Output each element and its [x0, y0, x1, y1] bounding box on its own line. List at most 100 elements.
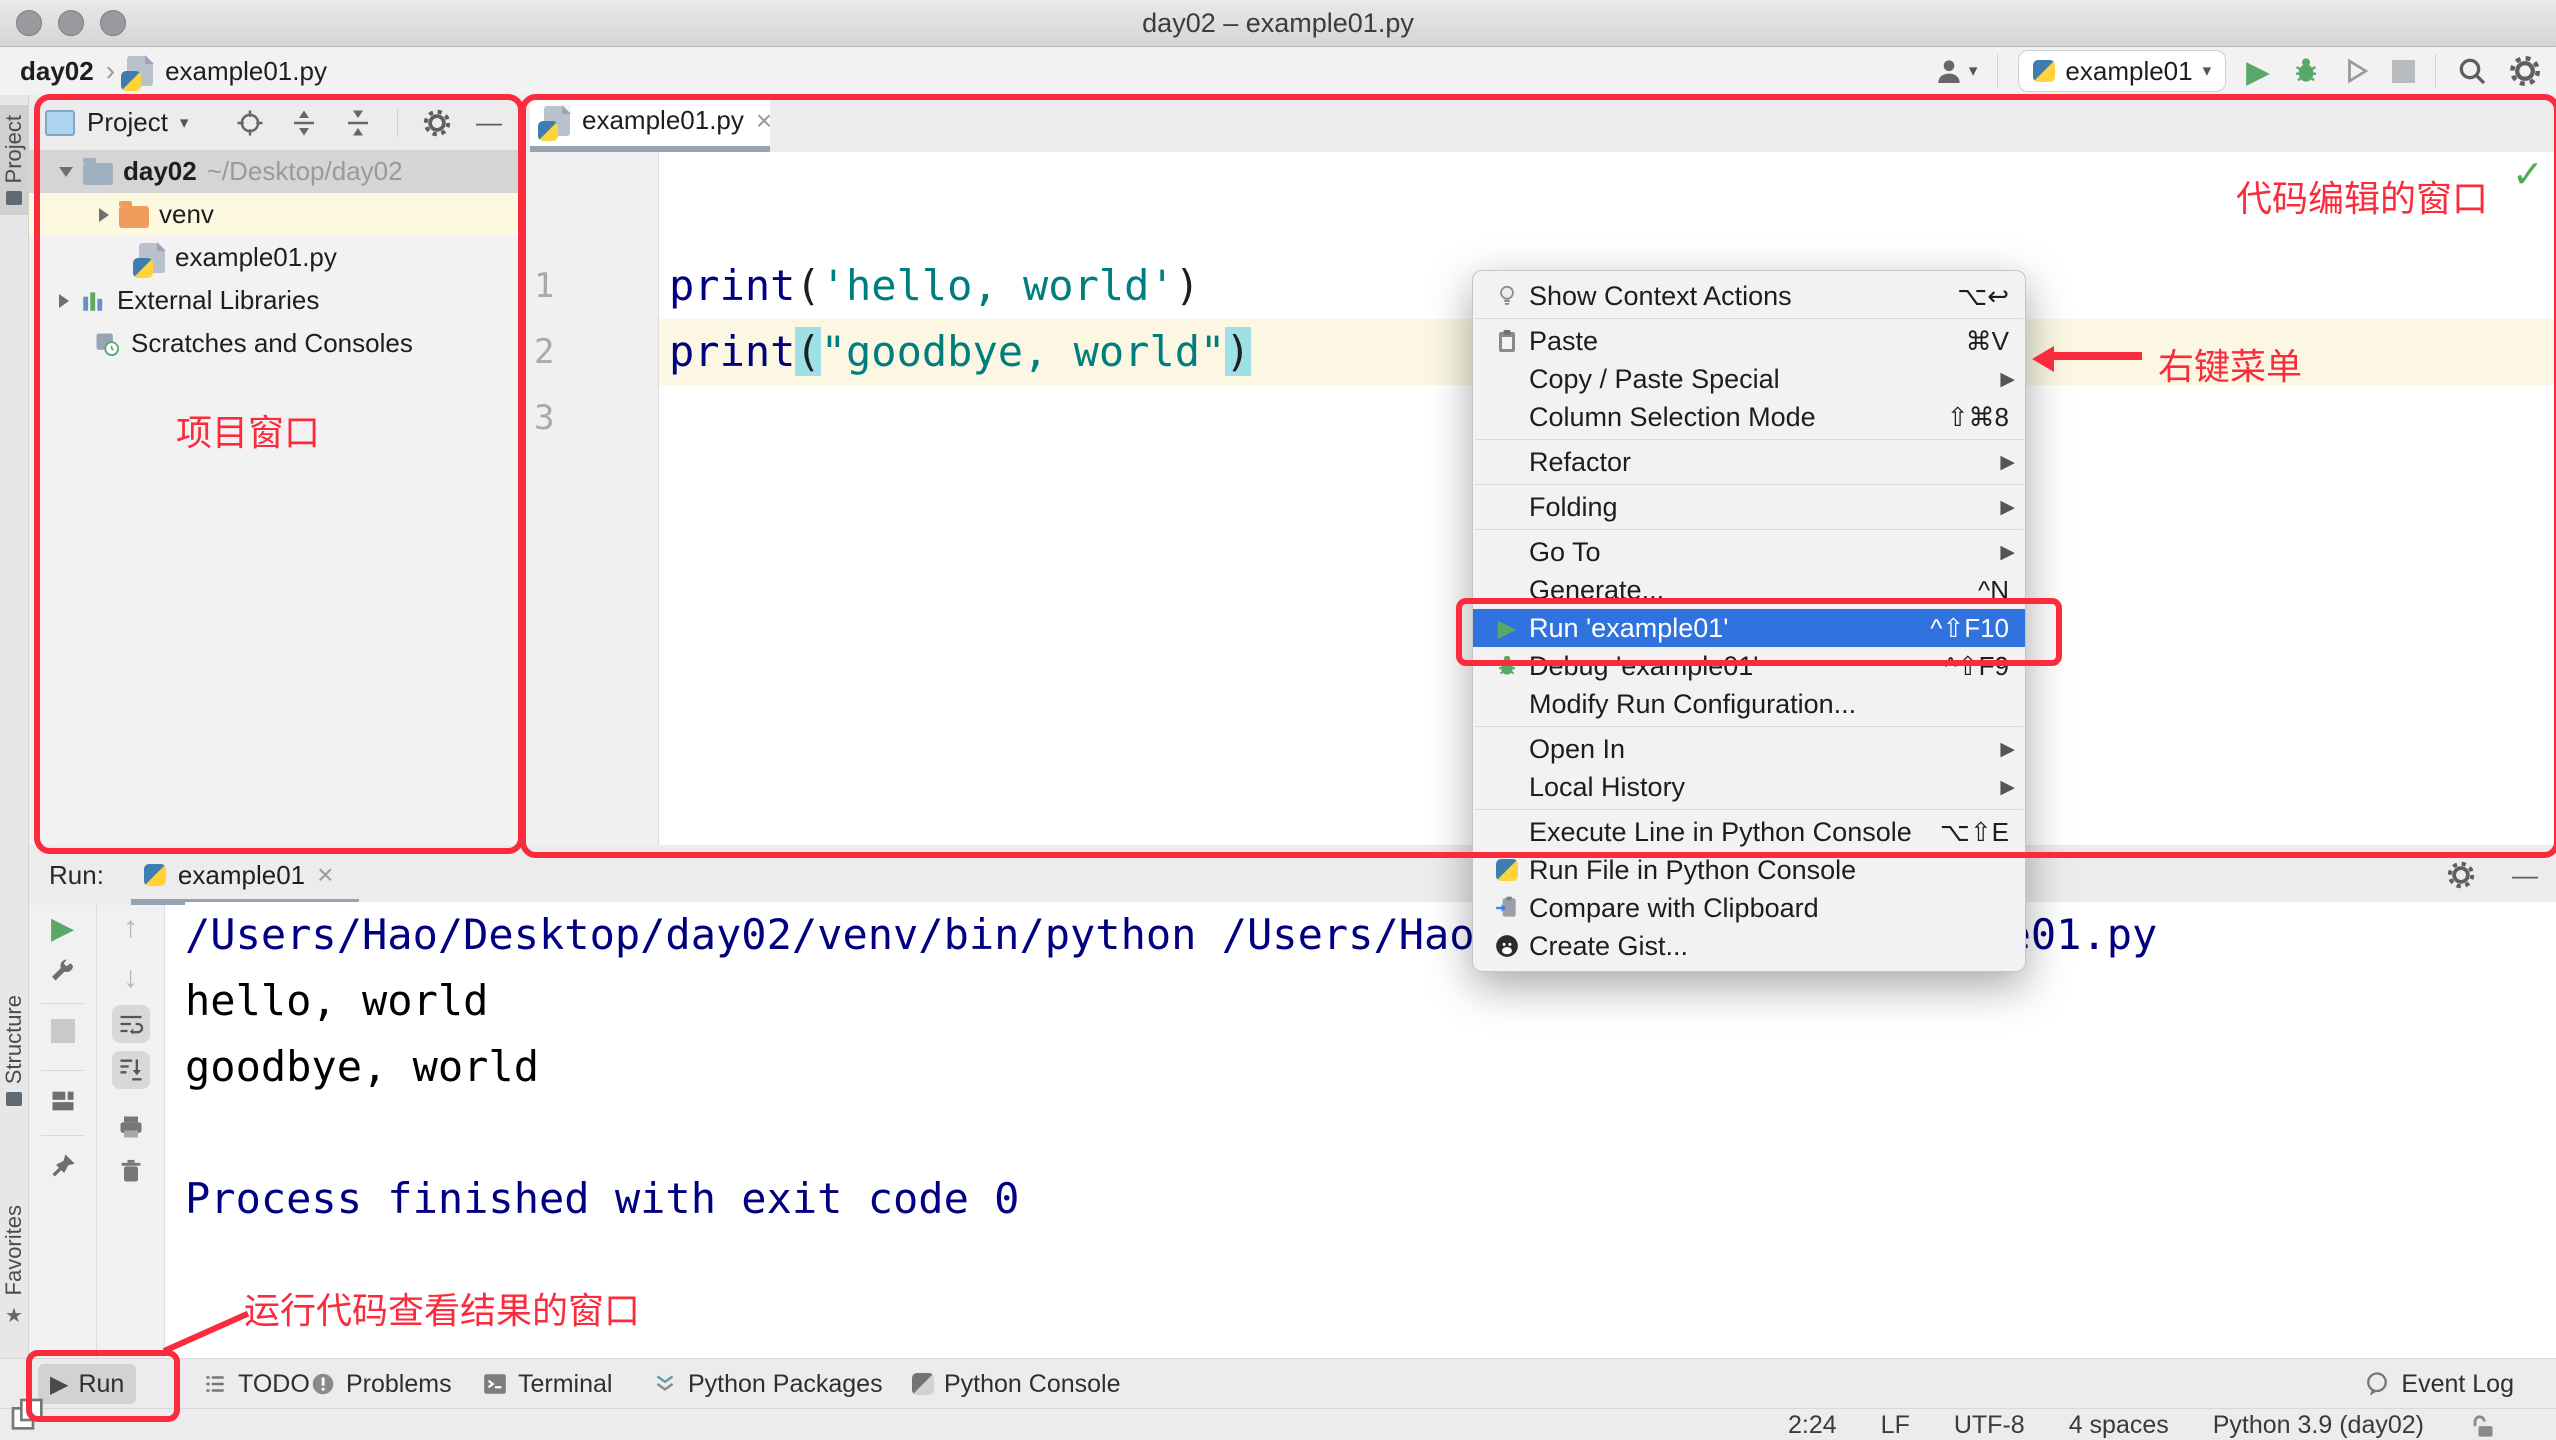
menu-item-label: Copy / Paste Special: [1529, 364, 1991, 395]
code-paren-matched: ): [1225, 327, 1250, 376]
stop-button[interactable]: [2392, 60, 2415, 83]
unlock-icon[interactable]: [2468, 1411, 2496, 1439]
menu-item-column-selection-mode[interactable]: Column Selection Mode ⇧⌘8: [1473, 398, 2025, 436]
bug-icon: [2290, 55, 2322, 87]
run-tab-label: example01: [178, 860, 305, 891]
interpreter-setting[interactable]: Python 3.9 (day02): [2213, 1411, 2424, 1440]
pin-tab-button[interactable]: [49, 1152, 77, 1180]
gear-icon: [2508, 54, 2542, 88]
print-button[interactable]: [117, 1113, 145, 1141]
editor-tab-example01[interactable]: example01.py ×: [530, 95, 770, 146]
toolwindow-run-button[interactable]: ▶ Run: [38, 1364, 136, 1404]
wrench-icon: [48, 957, 78, 987]
collapse-all-button[interactable]: [343, 108, 373, 138]
up-stack-trace-button[interactable]: ↑: [123, 913, 138, 943]
menu-item-folding[interactable]: Folding ▶: [1473, 488, 2025, 526]
menu-item-modify-run-configuration[interactable]: Modify Run Configuration...: [1473, 685, 2025, 723]
close-icon[interactable]: ×: [317, 859, 333, 891]
libraries-icon: [79, 288, 107, 314]
tree-item-venv[interactable]: venv: [29, 193, 518, 236]
menu-item-refactor[interactable]: Refactor ▶: [1473, 443, 2025, 481]
run-panel-settings-button[interactable]: [2446, 860, 2476, 890]
line-separator[interactable]: LF: [1881, 1411, 1910, 1440]
menu-item-create-gist[interactable]: Create Gist...: [1473, 927, 2025, 965]
tree-item-example01[interactable]: example01.py: [29, 236, 518, 279]
window-stack-icon[interactable]: [8, 1395, 48, 1435]
event-log-button[interactable]: Event Log: [2351, 1364, 2526, 1404]
play-icon: ▶: [50, 1370, 68, 1399]
select-opened-file-button[interactable]: [235, 108, 265, 138]
tree-item-external-libraries[interactable]: External Libraries: [29, 279, 518, 322]
gear-icon: [422, 108, 452, 138]
menu-item-label: Execute Line in Python Console: [1529, 817, 1940, 848]
menu-item-compare-with-clipboard[interactable]: Compare with Clipboard: [1473, 889, 2025, 927]
pin-icon: [49, 1152, 77, 1180]
menu-item-copy-paste-special[interactable]: Copy / Paste Special ▶: [1473, 360, 2025, 398]
file-encoding[interactable]: UTF-8: [1954, 1411, 2025, 1440]
toolwindow-label: Event Log: [2401, 1370, 2514, 1399]
menu-item-generate[interactable]: Generate... ^N: [1473, 571, 2025, 609]
menu-item-go-to[interactable]: Go To ▶: [1473, 533, 2025, 571]
soft-wrap-button[interactable]: [112, 1005, 150, 1043]
menu-item-debug-example01[interactable]: Debug 'example01' ^⇧F9: [1473, 647, 2025, 685]
menu-item-execute-line-in-python-console[interactable]: Execute Line in Python Console ⌥⇧E: [1473, 813, 2025, 851]
run-settings-button[interactable]: [48, 957, 78, 987]
toolbar-divider: [397, 109, 398, 137]
sidebar-tab-favorites[interactable]: Favorites ★: [0, 1195, 28, 1338]
sidebar-tab-label: Project: [1, 115, 27, 183]
menu-item-run-file-in-python-console[interactable]: Run File in Python Console: [1473, 851, 2025, 889]
down-stack-trace-button[interactable]: ↓: [123, 963, 138, 993]
hide-panel-button[interactable]: —: [476, 107, 502, 138]
breadcrumb-file[interactable]: example01.py: [165, 56, 327, 87]
toolbar-divider: [41, 1135, 84, 1136]
menu-item-local-history[interactable]: Local History ▶: [1473, 768, 2025, 806]
menu-item-label: Local History: [1529, 772, 1991, 803]
menu-separator: [1475, 318, 2023, 319]
run-button[interactable]: ▶: [2246, 56, 2270, 87]
editor-tab-label: example01.py: [582, 105, 744, 136]
clear-console-button[interactable]: [117, 1157, 145, 1185]
editor-gutter: 1 2 3: [518, 152, 659, 845]
code-paren: (: [795, 261, 820, 310]
toolwindow-terminal-button[interactable]: Terminal: [470, 1364, 624, 1404]
rerun-button[interactable]: ▶: [51, 911, 74, 946]
menu-item-run-example01[interactable]: ▶ Run 'example01' ^⇧F10: [1473, 609, 2025, 647]
stop-button[interactable]: [51, 1019, 75, 1043]
toolwindow-python-packages-button[interactable]: Python Packages: [640, 1364, 895, 1404]
run-console[interactable]: /Users/Hao/Desktop/day02/venv/bin/python…: [185, 902, 2556, 1358]
submenu-arrow-icon: ▶: [1991, 541, 2015, 564]
menu-separator: [1475, 439, 2023, 440]
window-title: day02 – example01.py: [0, 8, 2556, 39]
run-configuration-selector[interactable]: example01 ▾: [2018, 50, 2226, 92]
user-menu-button[interactable]: ▾: [1933, 55, 1978, 87]
caret-position[interactable]: 2:24: [1788, 1411, 1837, 1440]
inspections-ok-icon[interactable]: ✓: [2512, 152, 2544, 197]
breadcrumb-project[interactable]: day02: [20, 56, 94, 87]
menu-item-open-in[interactable]: Open In ▶: [1473, 730, 2025, 768]
project-panel-title[interactable]: Project: [87, 107, 168, 138]
python-icon: [1485, 859, 1529, 881]
restore-layout-button[interactable]: [49, 1087, 77, 1115]
toolwindow-python-console-button[interactable]: Python Console: [900, 1364, 1133, 1404]
indent-setting[interactable]: 4 spaces: [2069, 1411, 2169, 1440]
scratches-icon: [93, 330, 121, 358]
run-with-coverage-button[interactable]: [2342, 56, 2372, 86]
expand-all-button[interactable]: [289, 108, 319, 138]
tree-item-day02[interactable]: day02 ~/Desktop/day02: [29, 150, 518, 193]
search-everywhere-button[interactable]: [2456, 55, 2488, 87]
navigation-bar: day02 › example01.py ▾ example01 ▾ ▶: [0, 47, 2556, 95]
sidebar-tab-structure[interactable]: Structure: [0, 985, 28, 1116]
debug-button[interactable]: [2290, 55, 2322, 87]
tree-item-scratches[interactable]: Scratches and Consoles: [29, 322, 518, 365]
toolwindow-problems-button[interactable]: Problems: [298, 1364, 464, 1404]
menu-item-paste[interactable]: Paste ⌘V: [1473, 322, 2025, 360]
code-keyword: print: [669, 261, 795, 310]
sidebar-tab-project[interactable]: Project: [0, 105, 28, 215]
run-tab-example01[interactable]: example01 ×: [144, 859, 334, 891]
close-icon[interactable]: ×: [756, 105, 772, 137]
hide-panel-button[interactable]: —: [2512, 860, 2538, 891]
menu-item-show-context-actions[interactable]: Show Context Actions ⌥↩: [1473, 277, 2025, 315]
project-panel-settings-button[interactable]: [422, 108, 452, 138]
settings-button[interactable]: [2508, 54, 2542, 88]
scroll-to-end-button[interactable]: [112, 1051, 150, 1089]
